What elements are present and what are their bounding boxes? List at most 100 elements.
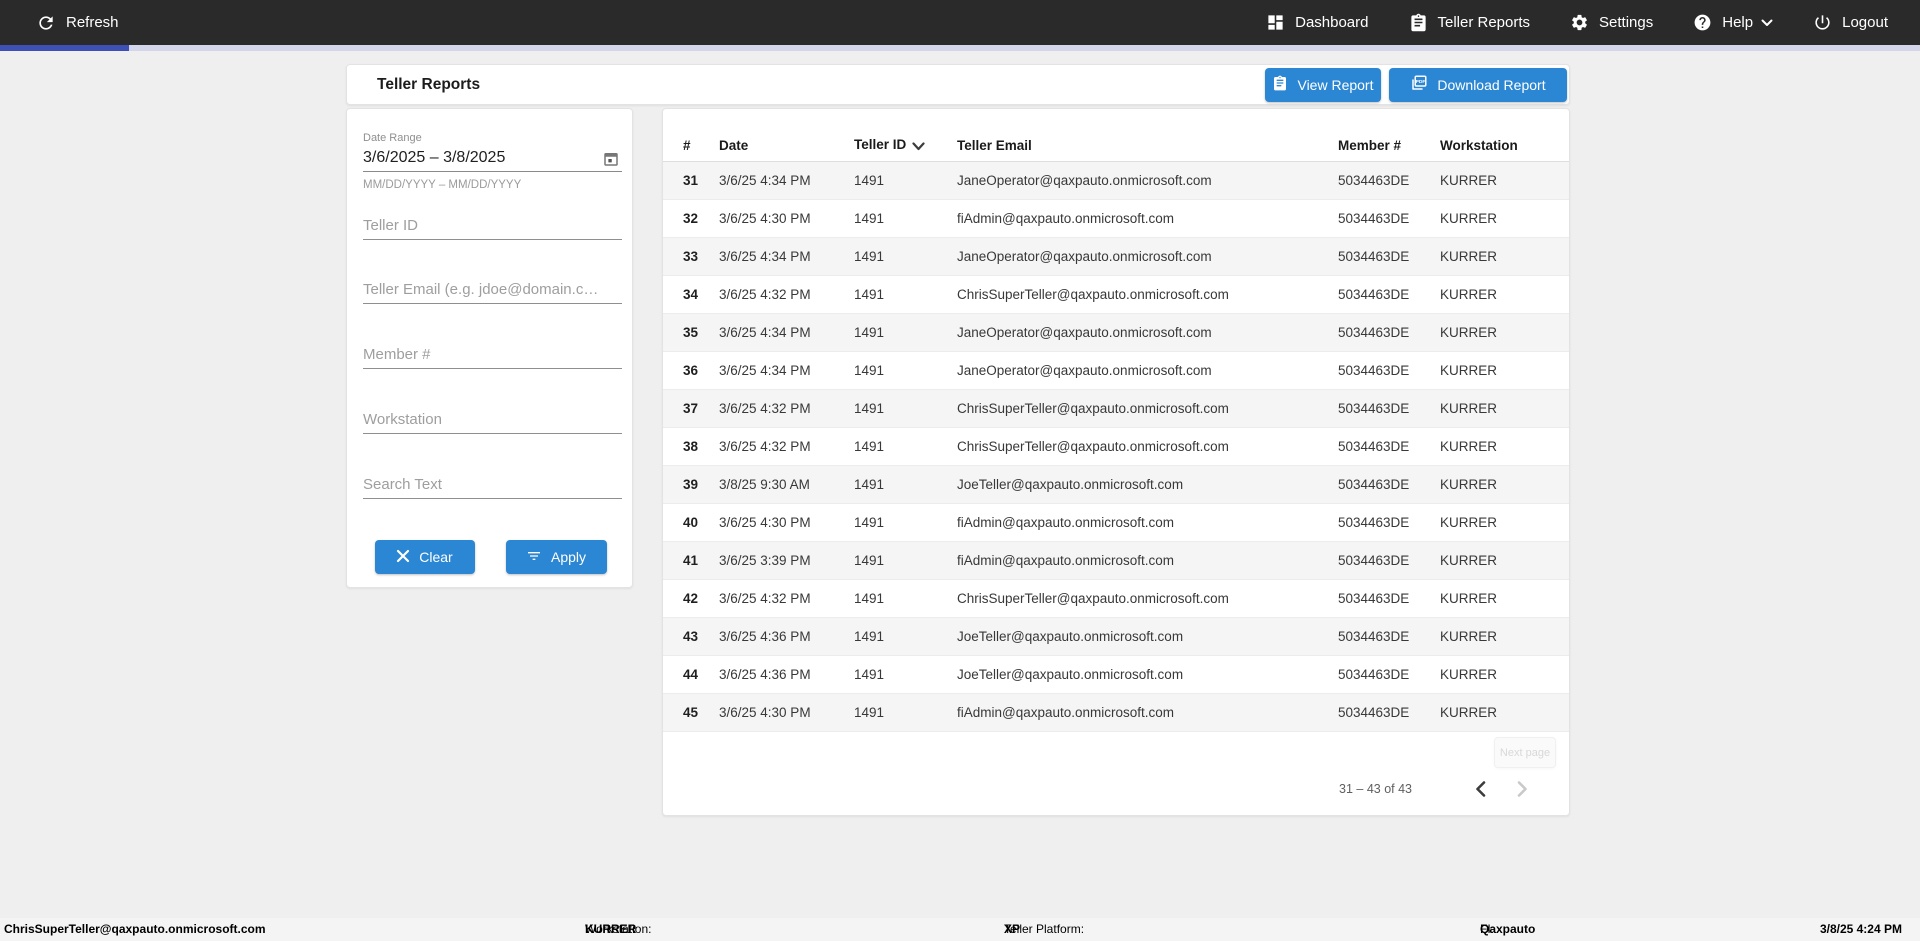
- col-header-member[interactable]: Member #: [1318, 130, 1420, 162]
- table-row[interactable]: 31 3/6/25 4:34 PM 1491 JaneOperator@qaxpaut…: [663, 161, 1569, 200]
- cell-member: 5034463DE: [1318, 655, 1420, 694]
- cell-num: 43: [663, 617, 699, 656]
- col-header-workstation[interactable]: Workstation: [1420, 130, 1569, 162]
- sort-desc-icon: [912, 139, 925, 154]
- teller-email-input[interactable]: [363, 275, 622, 304]
- cell-teller-id: 1491: [834, 465, 937, 504]
- status-workstation: Workstation: KURRER: [585, 922, 652, 936]
- table-header-row: # Date Teller ID Teller Email Member # W…: [663, 130, 1569, 162]
- chevron-down-icon: [1761, 19, 1773, 27]
- table-row[interactable]: 38 3/6/25 4:32 PM 1491 ChrisSuperTeller@qax…: [663, 427, 1569, 466]
- report-table-card: # Date Teller ID Teller Email Member # W…: [662, 108, 1570, 816]
- nav-settings[interactable]: Settings: [1570, 13, 1653, 32]
- cell-workstation: KURRER: [1420, 161, 1569, 200]
- search-text-input[interactable]: [363, 470, 622, 499]
- table-row[interactable]: 40 3/6/25 4:30 PM 1491 fiAdmin@qaxpauto.onm…: [663, 503, 1569, 542]
- cell-workstation: KURRER: [1420, 427, 1569, 466]
- cell-teller-email: JaneOperator@qaxpauto.onmicrosoft.com: [937, 351, 1318, 390]
- nav-logout[interactable]: Logout: [1813, 13, 1888, 32]
- clipboard-icon: [1409, 13, 1428, 32]
- cell-num: 32: [663, 199, 699, 238]
- clear-button-label: Clear: [419, 549, 453, 565]
- cell-num: 40: [663, 503, 699, 542]
- teller-id-input[interactable]: [363, 211, 622, 240]
- pagination: 31 – 43 of 43: [1339, 775, 1536, 803]
- cell-workstation: KURRER: [1420, 579, 1569, 618]
- nav-dashboard[interactable]: Dashboard: [1266, 13, 1369, 32]
- next-page-button[interactable]: [1508, 775, 1536, 803]
- cell-member: 5034463DE: [1318, 313, 1420, 352]
- nav-teller-reports[interactable]: Teller Reports: [1409, 13, 1531, 32]
- cell-date: 3/6/25 4:34 PM: [699, 313, 834, 352]
- table-row[interactable]: 45 3/6/25 4:30 PM 1491 fiAdmin@qaxpauto.onm…: [663, 693, 1569, 732]
- clear-button[interactable]: Clear: [374, 540, 475, 574]
- table-row[interactable]: 33 3/6/25 4:34 PM 1491 JaneOperator@qaxpaut…: [663, 237, 1569, 276]
- table-row[interactable]: 32 3/6/25 4:30 PM 1491 fiAdmin@qaxpauto.onm…: [663, 199, 1569, 238]
- col-header-teller-email[interactable]: Teller Email: [937, 130, 1318, 162]
- refresh-button[interactable]: Refresh: [36, 13, 119, 33]
- cell-teller-id: 1491: [834, 351, 937, 390]
- cell-workstation: KURRER: [1420, 541, 1569, 580]
- cell-num: 39: [663, 465, 699, 504]
- cell-member: 5034463DE: [1318, 389, 1420, 428]
- next-page-tooltip: Next page: [1494, 737, 1556, 768]
- cell-teller-id: 1491: [834, 275, 937, 314]
- cell-teller-email: ChrisSuperTeller@qaxpauto.onmicrosoft.co…: [937, 427, 1318, 466]
- cell-workstation: KURRER: [1420, 199, 1569, 238]
- table-row[interactable]: 35 3/6/25 4:34 PM 1491 JaneOperator@qaxpaut…: [663, 313, 1569, 352]
- workstation-input[interactable]: [363, 405, 622, 434]
- filter-icon: [526, 548, 542, 567]
- main-content: Teller Reports View Report PDF Download …: [0, 51, 1920, 918]
- cell-num: 38: [663, 427, 699, 466]
- cell-workstation: KURRER: [1420, 275, 1569, 314]
- cell-date: 3/8/25 9:30 AM: [699, 465, 834, 504]
- col-header-teller-id[interactable]: Teller ID: [834, 130, 937, 162]
- col-header-date[interactable]: Date: [699, 130, 834, 162]
- table-row[interactable]: 44 3/6/25 4:36 PM 1491 JoeTeller@qaxpauto.o…: [663, 655, 1569, 694]
- nav-logout-label: Logout: [1842, 14, 1888, 31]
- page-title: Teller Reports: [377, 75, 481, 93]
- table-row[interactable]: 42 3/6/25 4:32 PM 1491 ChrisSuperTeller@qax…: [663, 579, 1569, 618]
- col-header-num[interactable]: #: [663, 130, 699, 162]
- cell-teller-id: 1491: [834, 617, 937, 656]
- refresh-icon: [36, 13, 56, 33]
- table-row[interactable]: 43 3/6/25 4:36 PM 1491 JoeTeller@qaxpauto.o…: [663, 617, 1569, 656]
- table-row[interactable]: 41 3/6/25 3:39 PM 1491 fiAdmin@qaxpauto.onm…: [663, 541, 1569, 580]
- cell-member: 5034463DE: [1318, 427, 1420, 466]
- view-report-button[interactable]: View Report: [1265, 67, 1381, 102]
- cell-member: 5034463DE: [1318, 693, 1420, 732]
- apply-button[interactable]: Apply: [505, 540, 607, 574]
- calendar-icon[interactable]: [602, 150, 620, 168]
- table-row[interactable]: 39 3/8/25 9:30 AM 1491 JoeTeller@qaxpauto.o…: [663, 465, 1569, 504]
- status-fi: FI: Qaxpauto: [1480, 922, 1536, 936]
- cell-num: 42: [663, 579, 699, 618]
- cell-date: 3/6/25 4:36 PM: [699, 655, 834, 694]
- nav-help-label: Help: [1722, 14, 1754, 31]
- table-body: 31 3/6/25 4:34 PM 1491 JaneOperator@qaxpaut…: [663, 161, 1569, 732]
- cell-date: 3/6/25 4:32 PM: [699, 275, 834, 314]
- cell-workstation: KURRER: [1420, 465, 1569, 504]
- nav-help[interactable]: Help: [1693, 13, 1773, 32]
- date-range-input[interactable]: [363, 146, 622, 172]
- table-row[interactable]: 37 3/6/25 4:32 PM 1491 ChrisSuperTeller@qax…: [663, 389, 1569, 428]
- table-row[interactable]: 36 3/6/25 4:34 PM 1491 JaneOperator@qaxpaut…: [663, 351, 1569, 390]
- cell-member: 5034463DE: [1318, 237, 1420, 276]
- power-icon: [1813, 13, 1832, 32]
- cell-teller-email: ChrisSuperTeller@qaxpauto.onmicrosoft.co…: [937, 579, 1318, 618]
- cell-date: 3/6/25 4:30 PM: [699, 503, 834, 542]
- cell-num: 33: [663, 237, 699, 276]
- download-report-button[interactable]: PDF Download Report: [1389, 67, 1567, 102]
- date-range-helper: MM/DD/YYYY – MM/DD/YYYY: [363, 179, 522, 191]
- cell-teller-id: 1491: [834, 199, 937, 238]
- table-row[interactable]: 34 3/6/25 4:32 PM 1491 ChrisSuperTeller@qax…: [663, 275, 1569, 314]
- cell-num: 37: [663, 389, 699, 428]
- cell-date: 3/6/25 4:30 PM: [699, 199, 834, 238]
- previous-page-button[interactable]: [1466, 775, 1494, 803]
- cell-teller-id: 1491: [834, 389, 937, 428]
- cell-date: 3/6/25 3:39 PM: [699, 541, 834, 580]
- cell-teller-email: JoeTeller@qaxpauto.onmicrosoft.com: [937, 655, 1318, 694]
- member-number-input[interactable]: [363, 340, 622, 369]
- cell-teller-id: 1491: [834, 427, 937, 466]
- nav-teller-reports-label: Teller Reports: [1437, 14, 1531, 31]
- cell-workstation: KURRER: [1420, 389, 1569, 428]
